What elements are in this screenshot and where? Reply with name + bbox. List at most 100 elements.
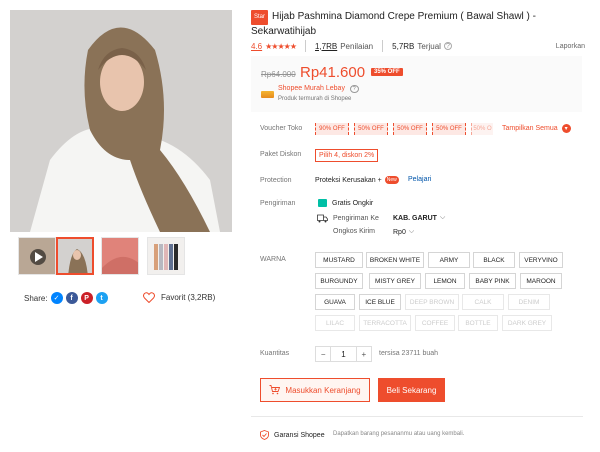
favorite-label: Favorit (3,2RB)	[161, 293, 216, 302]
shipping-label: Pengiriman	[260, 200, 296, 207]
pinterest-icon[interactable]: P	[80, 292, 93, 304]
voucher-label: Voucher Toko	[260, 125, 303, 132]
protection-text: Proteksi Kerusakan +	[315, 176, 382, 184]
share-label: Share:	[24, 293, 48, 303]
color-option-disabled: DARK GREY	[502, 315, 552, 331]
color-option-disabled: COFFEE	[415, 315, 455, 331]
show-all-vouchers[interactable]: Tampilkan Semua ▾	[502, 124, 571, 133]
help-icon[interactable]: ?	[443, 42, 452, 50]
color-option[interactable]: MAROON	[520, 273, 562, 289]
protection-value: Proteksi Kerusakan + New	[315, 176, 399, 184]
promo-logo-icon	[261, 91, 274, 98]
product-main-image[interactable]	[10, 10, 232, 232]
current-price: Rp41.600	[300, 64, 366, 81]
sold-label: Terjual	[417, 41, 441, 51]
report-link[interactable]: Laporkan	[556, 43, 585, 50]
twitter-icon[interactable]: t	[95, 292, 108, 304]
truck-icon	[317, 214, 328, 223]
guarantee-title: Garansi Shopee	[274, 431, 325, 439]
color-option[interactable]: BABY PINK	[469, 273, 516, 289]
voucher-chip[interactable]: 50% OFF	[393, 123, 427, 135]
free-shipping: Gratis Ongkir	[318, 199, 373, 207]
color-option-disabled: TERRACOTTA	[359, 315, 411, 331]
paket-label: Paket Diskon	[260, 151, 302, 158]
price-box: Rp64.000 Rp41.600 35% OFF Shopee Murah L…	[251, 56, 582, 112]
shipping-destination-value: KAB. GARUT	[393, 214, 437, 222]
promo-subtext: Produk termurah di Shopee	[278, 96, 352, 102]
color-option[interactable]: VERYVINO	[519, 252, 563, 268]
voucher-chip[interactable]: 50% OFF	[432, 123, 466, 135]
product-title: Star Hijab Pashmina Diamond Crepe Premium…	[251, 10, 586, 38]
learn-more-link[interactable]: Pelajari	[408, 176, 431, 183]
share-row: Share: ✓ f P t	[24, 292, 108, 304]
add-to-cart-button[interactable]: Masukkan Keranjang	[260, 378, 370, 402]
free-shipping-text: Gratis Ongkir	[332, 199, 374, 207]
messenger-icon[interactable]: ✓	[50, 292, 63, 304]
original-price: Rp64.000	[261, 70, 296, 79]
color-option[interactable]: MISTY GREY	[369, 273, 421, 289]
color-option[interactable]: ARMY	[428, 252, 470, 268]
shipping-to-label: Pengiriman Ke	[333, 215, 379, 222]
free-shipping-icon	[318, 199, 327, 207]
shipping-cost[interactable]: Rp0 ⌵	[393, 228, 414, 236]
color-option[interactable]: BLACK	[473, 252, 515, 268]
shipping-cost-value: Rp0	[393, 228, 406, 236]
color-option[interactable]: ICE BLUE	[359, 294, 401, 310]
chevron-down-icon: ▾	[561, 124, 571, 133]
rating-label: Penilaian	[340, 41, 374, 51]
discount-badge: 35% OFF	[371, 68, 403, 76]
color-option-disabled: LILAC	[315, 315, 355, 331]
quantity-stepper: − 1 +	[315, 346, 372, 362]
shipping-cost-label: Ongkos Kirim	[333, 228, 376, 235]
voucher-chip[interactable]: 50% O	[471, 123, 493, 135]
voucher-chip[interactable]: 90% OFF	[315, 123, 349, 135]
shipping-to-row: Pengiriman Ke	[317, 214, 379, 223]
star-badge: Star	[251, 10, 269, 25]
color-option-disabled: DENIM	[508, 294, 550, 310]
color-option-disabled: BOTTLE	[458, 315, 498, 331]
stock-text: tersisa 23711 buah	[379, 350, 439, 357]
quantity-input[interactable]: 1	[331, 347, 355, 361]
guarantee-subtext: Dapatkan barang pesananmu atau uang kemb…	[333, 431, 465, 437]
rating-row: 4.6 ★★★★★ 1,7RB Penilaian 5,7RB Terjual …	[251, 40, 585, 52]
thumbnail-video[interactable]	[18, 237, 56, 275]
shipping-cost-row: Ongkos Kirim	[333, 228, 375, 235]
favorite-button[interactable]: Favorit (3,2RB)	[143, 292, 215, 303]
heart-icon	[143, 292, 155, 303]
rating-value[interactable]: 4.6	[251, 42, 262, 51]
voucher-chip[interactable]: 50% OFF	[354, 123, 388, 135]
thumbnail-2[interactable]	[101, 237, 139, 275]
product-title-text: Hijab Pashmina Diamond Crepe Premium ( B…	[251, 11, 536, 37]
thumbnail-3[interactable]	[147, 237, 185, 275]
buy-now-button[interactable]: Beli Sekarang	[378, 378, 445, 402]
new-badge: New	[384, 176, 399, 184]
add-to-cart-label: Masukkan Keranjang	[285, 385, 361, 395]
sold-count: 5,7RB	[392, 41, 415, 51]
color-option[interactable]: GUAVA	[315, 294, 355, 310]
facebook-icon[interactable]: f	[65, 292, 78, 304]
divider	[251, 416, 583, 417]
rating-count[interactable]: 1,7RB	[315, 42, 337, 51]
color-option-disabled: DEEP BROWN	[405, 294, 459, 310]
quantity-increase-button[interactable]: +	[355, 347, 371, 361]
shield-icon	[260, 430, 269, 440]
warna-label: WARNA	[260, 256, 286, 263]
color-option[interactable]: MUSTARD	[315, 252, 363, 268]
color-option[interactable]: BURGUNDY	[315, 273, 363, 289]
star-rating-icon: ★★★★★	[265, 41, 297, 51]
quantity-decrease-button[interactable]: −	[316, 347, 332, 361]
thumbnail-1[interactable]	[56, 237, 94, 275]
quantity-label: Kuantitas	[260, 350, 290, 357]
shipping-destination[interactable]: KAB. GARUT ⌵	[393, 214, 445, 222]
guarantee-row[interactable]: Garansi Shopee	[260, 430, 325, 440]
color-option[interactable]: LEMON	[425, 273, 465, 289]
protection-label: Protection	[260, 177, 292, 184]
paket-diskon-chip[interactable]: Pilih 4, diskon 2%	[315, 149, 379, 162]
show-all-label: Tampilkan Semua	[502, 125, 558, 132]
chevron-down-icon: ⌵	[408, 228, 415, 235]
cart-icon	[269, 385, 281, 395]
promo-name[interactable]: Shopee Murah Lebay ?	[278, 85, 359, 93]
color-option[interactable]: BROKEN WHITE	[366, 252, 424, 268]
color-option-disabled: CALK	[462, 294, 504, 310]
help-icon[interactable]: ?	[349, 85, 359, 93]
